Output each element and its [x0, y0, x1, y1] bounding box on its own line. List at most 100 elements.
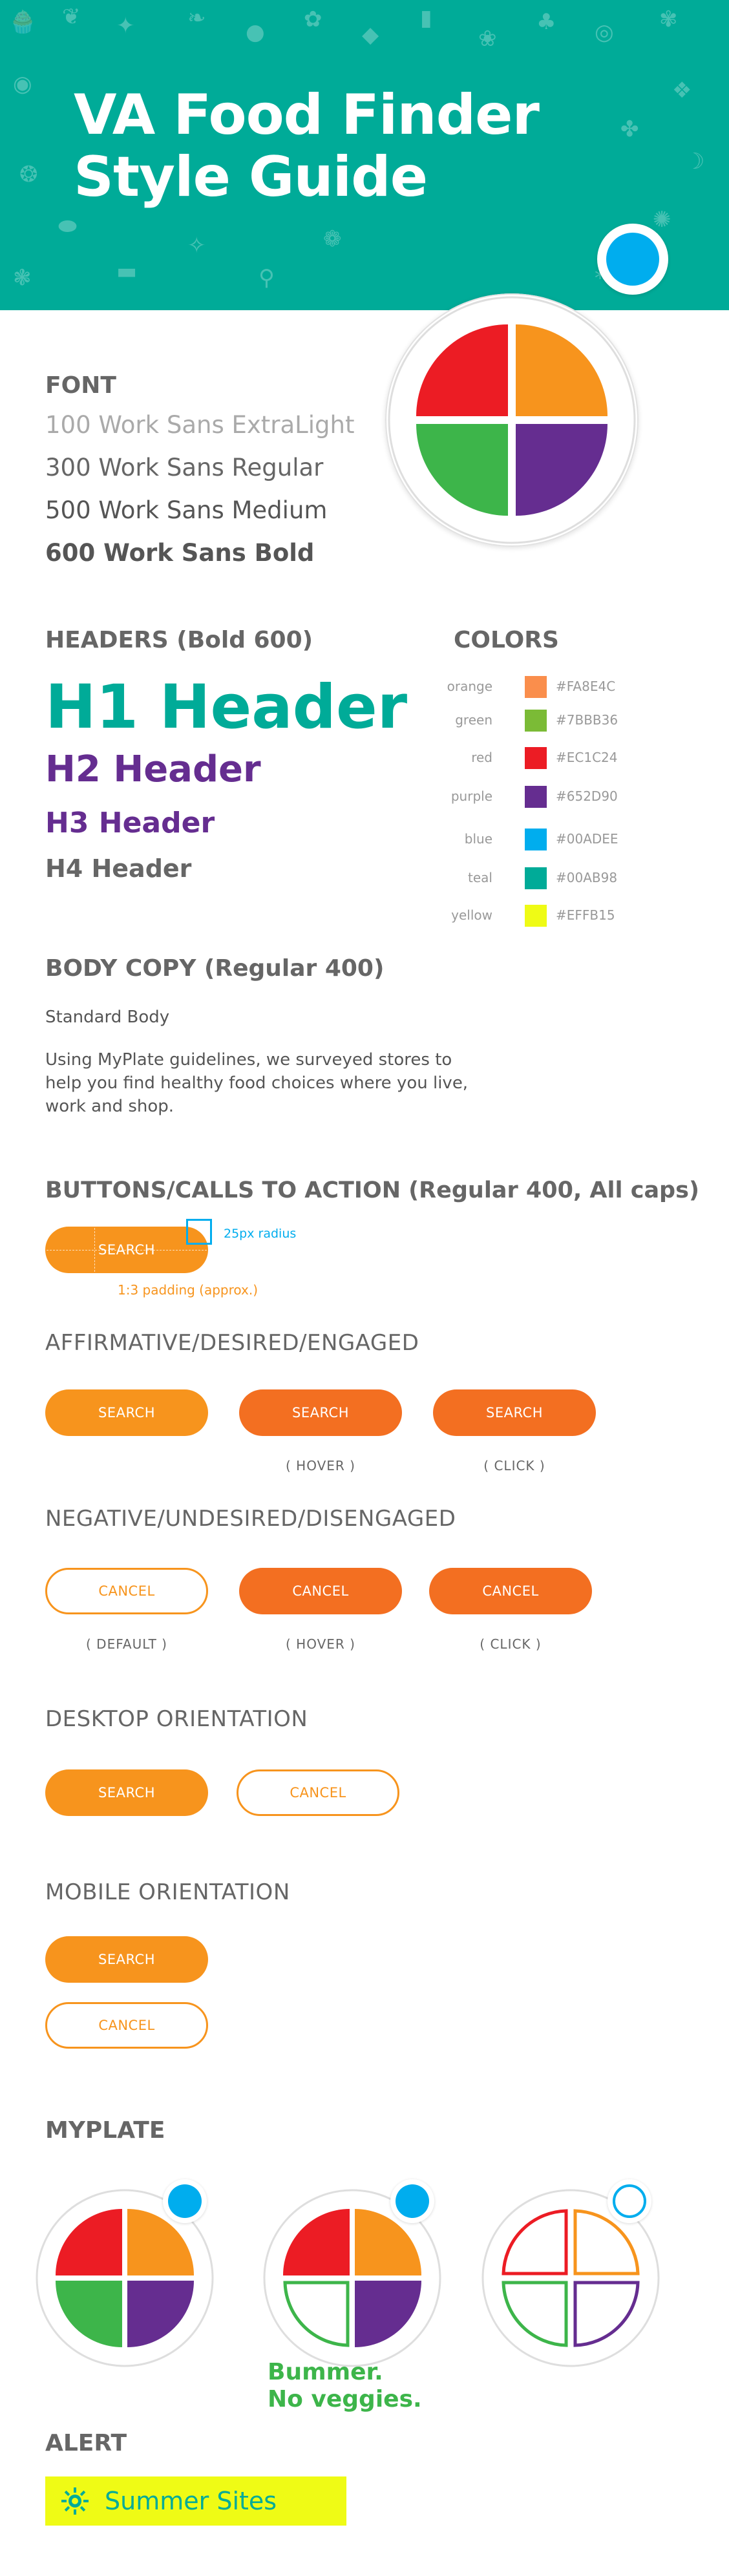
myplate-outline-dot	[613, 2184, 646, 2218]
h4-sample: H4 Header	[45, 854, 192, 883]
body-paragraph-line: help you find healthy food choices where…	[45, 1073, 469, 1093]
affirmative-title: AFFIRMATIVE/DESIRED/ENGAGED	[45, 1330, 419, 1356]
color-name: red	[471, 750, 492, 765]
leaf-icon: ❦	[62, 4, 81, 30]
color-name: teal	[468, 870, 492, 885]
body-copy-section-title: BODY COPY (Regular 400)	[45, 955, 385, 982]
color-row-teal: teal #00AB98	[362, 867, 620, 893]
button-label: SEARCH	[486, 1405, 543, 1420]
radius-indicator-box	[186, 1219, 212, 1245]
color-name: orange	[447, 679, 492, 694]
cancel-button-hover[interactable]: CANCEL	[239, 1568, 402, 1614]
caption-click: ( CLICK )	[483, 1458, 545, 1473]
berry-icon: ✤	[620, 116, 639, 142]
search-button-click[interactable]: SEARCH	[433, 1389, 596, 1436]
desktop-orientation-title: DESKTOP ORIENTATION	[45, 1706, 308, 1732]
search-button-default[interactable]: SEARCH	[45, 1389, 208, 1436]
pumpkin-icon: ❃	[13, 265, 32, 291]
cancel-button-click[interactable]: CANCEL	[429, 1568, 592, 1614]
color-row-orange: orange #FA8E4C	[362, 676, 620, 702]
grapes-icon: ✿	[304, 6, 322, 32]
padding-guide-horizontal	[47, 1250, 207, 1251]
color-hex: #00ADEE	[556, 831, 618, 847]
search-button-hover[interactable]: SEARCH	[239, 1389, 402, 1436]
h2-sample: H2 Header	[45, 748, 261, 790]
caption-default: ( DEFAULT )	[86, 1636, 167, 1652]
color-row-blue: blue #00ADEE	[362, 829, 620, 854]
fish-icon: ❧	[187, 5, 206, 31]
color-swatch-red	[525, 747, 547, 769]
font-sample-medium: 500 Work Sans Medium	[45, 496, 328, 524]
headers-section-title: HEADERS (Bold 600)	[45, 627, 313, 653]
button-label: SEARCH	[98, 1952, 155, 1967]
font-sample-bold: 600 Work Sans Bold	[45, 539, 315, 567]
color-swatch-purple	[525, 786, 547, 808]
color-hex: #EC1C24	[556, 750, 618, 765]
font-section-title: FONT	[45, 372, 116, 399]
cheese-icon: ◆	[362, 22, 379, 48]
mobile-search-button[interactable]: SEARCH	[45, 1936, 208, 1983]
colors-section-title: COLORS	[454, 627, 559, 653]
font-sample-extralight: 100 Work Sans ExtraLight	[45, 411, 355, 439]
caption-hover: ( HOVER )	[286, 1458, 355, 1473]
mobile-cancel-button[interactable]: CANCEL	[45, 2002, 208, 2049]
color-hex: #00AB98	[556, 870, 618, 885]
desktop-cancel-button[interactable]: CANCEL	[237, 1769, 399, 1816]
button-label: CANCEL	[98, 2018, 155, 2033]
alert-text: Summer Sites	[105, 2487, 277, 2515]
banana-icon: ☽	[685, 149, 705, 174]
buttons-section-title: BUTTONS/CALLS TO ACTION (Regular 400, Al…	[45, 1177, 699, 1203]
color-row-purple: purple #652D90	[362, 786, 620, 812]
myplate-full-dot	[168, 2184, 202, 2218]
milk-icon: ▮	[420, 5, 432, 31]
tomato-icon: ❁	[323, 226, 342, 252]
color-swatch-teal	[525, 867, 547, 889]
color-hex: #FA8E4C	[556, 679, 616, 694]
cupcake-icon: 🧁	[9, 9, 37, 35]
h3-sample: H3 Header	[45, 807, 215, 839]
orange-icon: ◎	[595, 19, 614, 45]
button-label: SEARCH	[98, 1785, 155, 1800]
egg-icon: ⬬	[58, 213, 78, 239]
myplate-section-title: MYPLATE	[45, 2117, 165, 2144]
color-name: purple	[450, 788, 492, 804]
cancel-button-default[interactable]: CANCEL	[45, 1568, 208, 1614]
sun-icon	[61, 2487, 89, 2515]
button-label: CANCEL	[482, 1583, 539, 1599]
color-swatch-green	[525, 710, 547, 732]
pepper-icon: ❂	[19, 162, 38, 187]
standard-body-sample: Standard Body	[45, 1008, 170, 1027]
myplate-no-veggies-dot	[396, 2184, 429, 2218]
page-title: VA Food Finder Style Guide	[74, 83, 540, 209]
pear-icon: ❀	[478, 26, 497, 52]
color-name: green	[455, 712, 492, 728]
title-line-2: Style Guide	[74, 145, 428, 209]
plate-dot-blue	[606, 233, 659, 286]
color-name: yellow	[451, 907, 492, 923]
bread-icon: ▬	[116, 259, 138, 284]
caption-click: ( CLICK )	[480, 1636, 542, 1652]
body-paragraph: Using MyPlate guidelines, we surveyed st…	[45, 1048, 468, 1118]
radish-icon: ✺	[653, 207, 671, 233]
font-sample-regular: 300 Work Sans Regular	[45, 454, 324, 481]
alert-section-title: ALERT	[45, 2430, 127, 2456]
title-line-1: VA Food Finder	[74, 83, 540, 147]
desktop-search-button[interactable]: SEARCH	[45, 1769, 208, 1816]
carrot-icon: ✦	[116, 13, 135, 39]
padding-note: 1:3 padding (approx.)	[118, 1282, 259, 1298]
color-swatch-blue	[525, 829, 547, 850]
color-hex: #7BBB36	[556, 712, 618, 728]
color-swatch-yellow	[525, 905, 547, 927]
body-paragraph-line: work and shop.	[45, 1097, 174, 1116]
button-label: SEARCH	[98, 1405, 155, 1420]
h1-sample: H1 Header	[45, 672, 408, 743]
corn-icon: ✧	[187, 233, 206, 259]
bummer-line: Bummer.	[268, 2359, 383, 2385]
alert-banner[interactable]: Summer Sites	[45, 2476, 346, 2526]
color-row-green: green #7BBB36	[362, 710, 620, 735]
body-paragraph-line: Using MyPlate guidelines, we surveyed st…	[45, 1050, 452, 1070]
color-swatch-orange	[525, 676, 547, 698]
radius-note: 25px radius	[224, 1227, 297, 1241]
color-row-yellow: yellow #EFFB15	[362, 905, 620, 931]
myplate-logo	[385, 293, 639, 547]
